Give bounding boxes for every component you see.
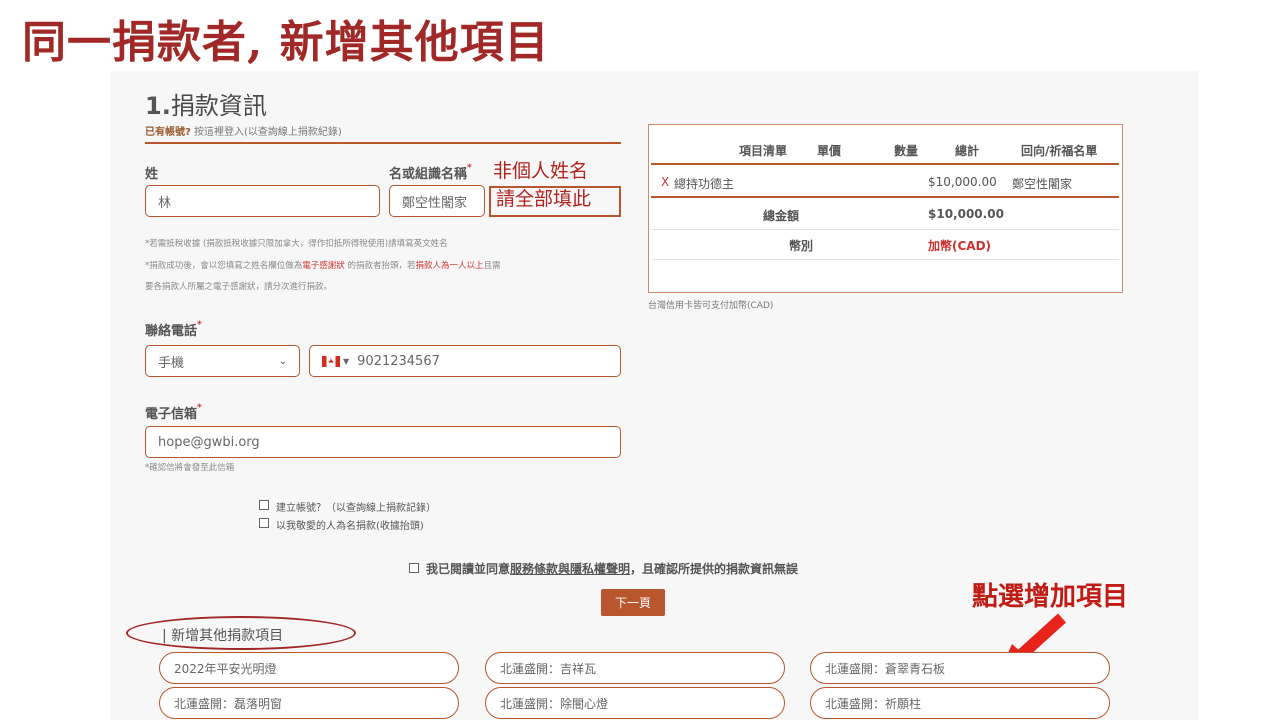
donation-item-pill[interactable]: 北蓮盛開：磊落明窗	[159, 687, 459, 719]
currency-label: 幣別	[789, 239, 814, 253]
tax-receipt-note: *若需抵稅收據 (捐款抵稅收據只限加拿大，得作扣抵所得稅使用)請填寫英文姓名	[145, 239, 448, 249]
name-input[interactable]: 鄭空性闍家	[389, 185, 485, 217]
name-label: 名或組識名稱*	[389, 163, 472, 182]
col-header-qty: 數量	[894, 144, 919, 158]
phone-label: 聯絡電話*	[145, 320, 202, 339]
phone-number-input[interactable]: ▼ 9021234567	[309, 345, 621, 377]
order-summary-table: 項目清單 單價 數量 總計 回向/祈福名單 X 總持功德主 $10,000.00…	[648, 124, 1123, 293]
login-hint[interactable]: 已有帳號? 按這裡登入(以查詢線上捐款紀錄)	[145, 123, 342, 138]
donation-item-pill[interactable]: 北蓮盛開：除闇心燈	[485, 687, 785, 719]
currency-divider	[651, 259, 1119, 260]
surname-label: 姓	[145, 167, 159, 182]
country-dropdown-icon[interactable]: ▼	[343, 357, 349, 366]
surname-input[interactable]: 林	[145, 185, 380, 217]
col-header-dedication: 回向/祈福名單	[1021, 144, 1098, 158]
card-note: 台灣信用卡皆可支付加幣(CAD)	[648, 301, 774, 311]
currency-value: 加幣(CAD)	[928, 239, 992, 253]
header-divider	[651, 163, 1119, 165]
slide-title: 同一捐款者, 新增其他項目	[22, 17, 550, 68]
certificate-note-cont: 要各捐款人所屬之電子感謝狀，請分次進行捐款。	[145, 282, 333, 292]
email-note: *確認信將會發至此信箱	[145, 463, 235, 473]
agree-terms-label: 我已閱讀並同意服務條款與隱私權聲明，且確認所提供的捐款資訊無誤	[426, 562, 799, 576]
email-label: 電子信箱*	[145, 403, 202, 422]
annotation-non-personal-name: 非個人姓名	[493, 160, 589, 182]
certificate-note: *捐款成功後，會以您填寫之姓名欄位做為電子感謝狀 的捐款者抬頭，若捐款人為一人以…	[145, 261, 501, 271]
phone-type-select[interactable]: 手機 ⌄	[145, 345, 300, 377]
col-header-items: 項目清單	[739, 144, 788, 158]
create-account-checkbox[interactable]	[259, 500, 269, 510]
row-total: $10,000.00	[928, 175, 997, 189]
total-value: $10,000.00	[928, 207, 1004, 221]
canada-flag-icon[interactable]	[322, 355, 340, 367]
add-items-callout: 點選增加項目	[972, 582, 1129, 612]
total-label: 總金額	[763, 209, 800, 223]
honor-donation-checkbox[interactable]	[259, 518, 269, 528]
honor-donation-label: 以我敬愛的人為名捐款(收據抬頭)	[276, 521, 424, 532]
next-page-button[interactable]: 下一頁	[601, 589, 665, 616]
total-divider	[651, 229, 1119, 230]
donation-item-pill[interactable]: 北蓮盛開：蒼翠青石板	[810, 652, 1110, 684]
row-divider	[651, 196, 1119, 198]
section-title: 1.捐款資訊	[145, 92, 267, 120]
add-items-highlight-ellipse	[126, 616, 356, 650]
donation-item-pill[interactable]: 北蓮盛開：吉祥瓦	[485, 652, 785, 684]
row-dedication: 鄭空性闍家	[1012, 177, 1073, 191]
col-header-total: 總計	[955, 144, 980, 158]
section-divider	[145, 142, 621, 144]
create-account-label: 建立帳號？（以查詢線上捐款記錄）	[276, 503, 436, 514]
row-item-name: 總持功德主	[674, 177, 735, 191]
col-header-price: 單價	[817, 144, 842, 158]
annotation-fill-all-box: 請全部填此	[489, 186, 621, 217]
terms-link[interactable]: 服務條款與隱私權聲明	[510, 562, 630, 576]
donation-item-pill[interactable]: 2022年平安光明燈	[159, 652, 459, 684]
donation-item-pill[interactable]: 北蓮盛開：祈願柱	[810, 687, 1110, 719]
chevron-down-icon: ⌄	[278, 355, 287, 367]
remove-item-button[interactable]: X	[661, 175, 669, 189]
email-input[interactable]: hope@gwbi.org	[145, 426, 621, 458]
agree-terms-checkbox[interactable]	[409, 563, 419, 573]
